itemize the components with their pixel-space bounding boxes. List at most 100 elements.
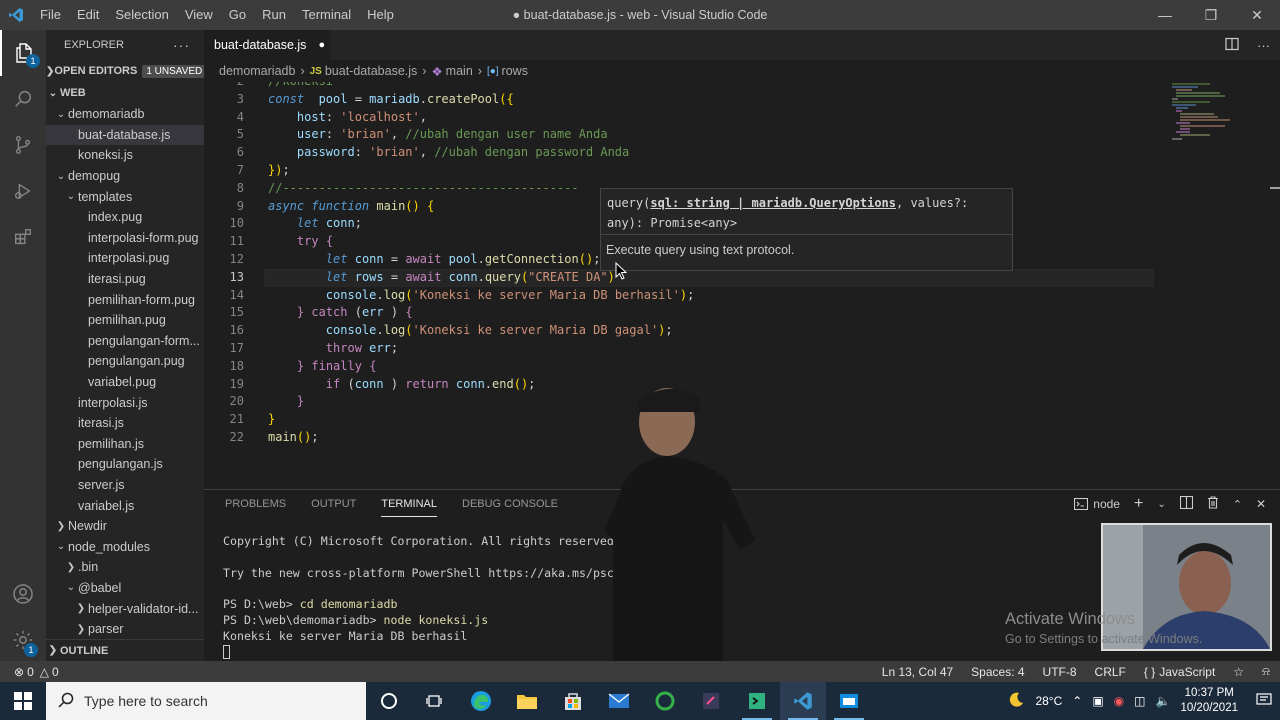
xampp-icon[interactable] — [642, 682, 688, 720]
indentation[interactable]: Spaces: 4 — [971, 665, 1024, 679]
encoding[interactable]: UTF-8 — [1043, 665, 1077, 679]
app-pink-icon[interactable] — [688, 682, 734, 720]
workspace-section[interactable]: ⌄ WEB — [46, 82, 204, 104]
language-mode[interactable]: { } JavaScript — [1144, 665, 1215, 679]
more-actions-icon[interactable]: ··· — [173, 37, 190, 53]
file-item[interactable]: pengulangan-form... — [46, 331, 204, 352]
breadcrumb-function[interactable]: main — [446, 64, 473, 78]
menu-run[interactable]: Run — [254, 0, 294, 30]
folder-item[interactable]: ❯ parser — [46, 619, 204, 640]
file-item[interactable]: iterasi.js — [46, 413, 204, 434]
mail-icon[interactable] — [596, 682, 642, 720]
vscode-taskbar-icon[interactable] — [780, 682, 826, 720]
file-item[interactable]: server.js — [46, 475, 204, 496]
menu-terminal[interactable]: Terminal — [294, 0, 359, 30]
file-item[interactable]: iterasi.pug — [46, 269, 204, 290]
edge-browser-icon[interactable] — [458, 682, 504, 720]
terminal-app-icon[interactable] — [734, 682, 780, 720]
folder-item[interactable]: ⌄ demomariadb — [46, 104, 204, 125]
manage-gear-icon[interactable]: 1 — [0, 617, 46, 663]
editor-scrollbar[interactable] — [1266, 142, 1280, 262]
file-item[interactable]: pemilihan-form.pug — [46, 289, 204, 310]
chevron-up-icon[interactable]: ⌃ — [1072, 694, 1082, 708]
store-icon[interactable] — [550, 682, 596, 720]
screen-recorder-icon[interactable] — [826, 682, 872, 720]
maximize-panel-icon[interactable]: ⌃ — [1233, 498, 1242, 511]
recording-icon[interactable]: ◉ — [1114, 694, 1124, 708]
menu-file[interactable]: File — [32, 0, 69, 30]
file-item[interactable]: interpolasi.js — [46, 392, 204, 413]
tab-output[interactable]: OUTPUT — [311, 490, 356, 518]
menu-help[interactable]: Help — [359, 0, 402, 30]
trash-icon[interactable] — [1207, 496, 1219, 512]
temperature[interactable]: 28°C — [1035, 694, 1062, 708]
minimap[interactable] — [1170, 82, 1260, 142]
tray-app-icon[interactable]: ▣ — [1092, 694, 1103, 708]
file-item[interactable]: pengulangan.pug — [46, 351, 204, 372]
menu-go[interactable]: Go — [221, 0, 254, 30]
network-icon[interactable]: ◫ — [1134, 694, 1145, 708]
folder-item[interactable]: ⌄ demopug — [46, 166, 204, 187]
breadcrumb-file[interactable]: buat-database.js — [325, 64, 417, 78]
file-item[interactable]: buat-database.js — [46, 124, 204, 146]
tab-problems[interactable]: PROBLEMS — [225, 490, 286, 518]
notifications-bell-icon[interactable]: ⍾ — [1262, 664, 1270, 679]
taskbar-search-box[interactable]: Type here to search — [46, 682, 366, 720]
close-button[interactable]: ✕ — [1234, 0, 1280, 30]
more-actions-icon[interactable]: ··· — [1257, 38, 1270, 53]
split-editor-icon[interactable] — [1225, 37, 1239, 54]
explorer-icon[interactable]: 1 — [0, 30, 46, 76]
file-item[interactable]: interpolasi.pug — [46, 248, 204, 269]
task-view-icon[interactable] — [412, 682, 458, 720]
chevron-down-icon[interactable]: ⌄ — [1157, 499, 1165, 510]
windows-start-icon[interactable] — [0, 682, 46, 720]
file-item[interactable]: pengulangan.js — [46, 454, 204, 475]
weather-moon-icon[interactable] — [1007, 691, 1025, 712]
line-ending[interactable]: CRLF — [1095, 665, 1126, 679]
file-explorer-icon[interactable] — [504, 682, 550, 720]
file-item[interactable]: koneksi.js — [46, 145, 204, 166]
run-debug-icon[interactable] — [0, 168, 46, 214]
menu-view[interactable]: View — [177, 0, 221, 30]
breadcrumb-variable[interactable]: rows — [502, 64, 528, 78]
open-editors-section[interactable]: ❯ OPEN EDITORS 1 UNSAVED — [46, 60, 204, 82]
file-item[interactable]: variabel.pug — [46, 372, 204, 393]
folder-item[interactable]: ⌄ templates — [46, 186, 204, 207]
notification-center-icon[interactable] — [1256, 692, 1272, 710]
folder-item[interactable]: ❯ Newdir — [46, 516, 204, 537]
folder-item[interactable]: ❯ .bin — [46, 557, 204, 578]
terminal-select[interactable]: node — [1074, 497, 1120, 511]
folder-item[interactable]: ⌄ node_modules — [46, 536, 204, 557]
accounts-icon[interactable] — [0, 571, 46, 617]
split-terminal-icon[interactable] — [1179, 495, 1193, 512]
file-item[interactable]: variabel.js — [46, 495, 204, 516]
file-item[interactable]: pemilihan.pug — [46, 310, 204, 331]
clock[interactable]: 10:37 PM 10/20/2021 — [1180, 686, 1238, 716]
breadcrumb-folder[interactable]: demomariadb — [219, 64, 295, 78]
tab-debug-console[interactable]: DEBUG CONSOLE — [462, 490, 558, 518]
search-icon[interactable] — [0, 76, 46, 122]
tab-buat-database[interactable]: buat-database.js ● — [204, 30, 330, 60]
menu-selection[interactable]: Selection — [107, 0, 176, 30]
source-control-icon[interactable] — [0, 122, 46, 168]
file-item[interactable]: index.pug — [46, 207, 204, 228]
volume-icon[interactable]: 🔈 — [1155, 694, 1170, 708]
menu-edit[interactable]: Edit — [69, 0, 107, 30]
unsaved-dot-icon[interactable]: ● — [318, 39, 325, 51]
file-item[interactable]: interpolasi-form.pug — [46, 228, 204, 249]
feedback-icon[interactable]: ☆ — [1233, 665, 1244, 679]
minimize-button[interactable]: — — [1142, 0, 1188, 30]
close-panel-icon[interactable]: ✕ — [1256, 497, 1266, 511]
outline-section[interactable]: ❯ OUTLINE — [46, 639, 204, 661]
tab-terminal[interactable]: TERMINAL — [381, 492, 437, 517]
folder-item[interactable]: ⌄ @babel — [46, 578, 204, 599]
new-terminal-plus-icon[interactable]: + — [1134, 495, 1143, 513]
restore-button[interactable]: ❐ — [1188, 0, 1234, 30]
cortana-icon[interactable] — [366, 682, 412, 720]
cursor-position[interactable]: Ln 13, Col 47 — [882, 665, 953, 679]
file-item[interactable]: pemilihan.js — [46, 434, 204, 455]
problems-status[interactable]: ⊗ 0 △ 0 — [14, 665, 59, 679]
extensions-icon[interactable] — [0, 214, 46, 260]
folder-item[interactable]: ❯ helper-validator-id... — [46, 598, 204, 619]
